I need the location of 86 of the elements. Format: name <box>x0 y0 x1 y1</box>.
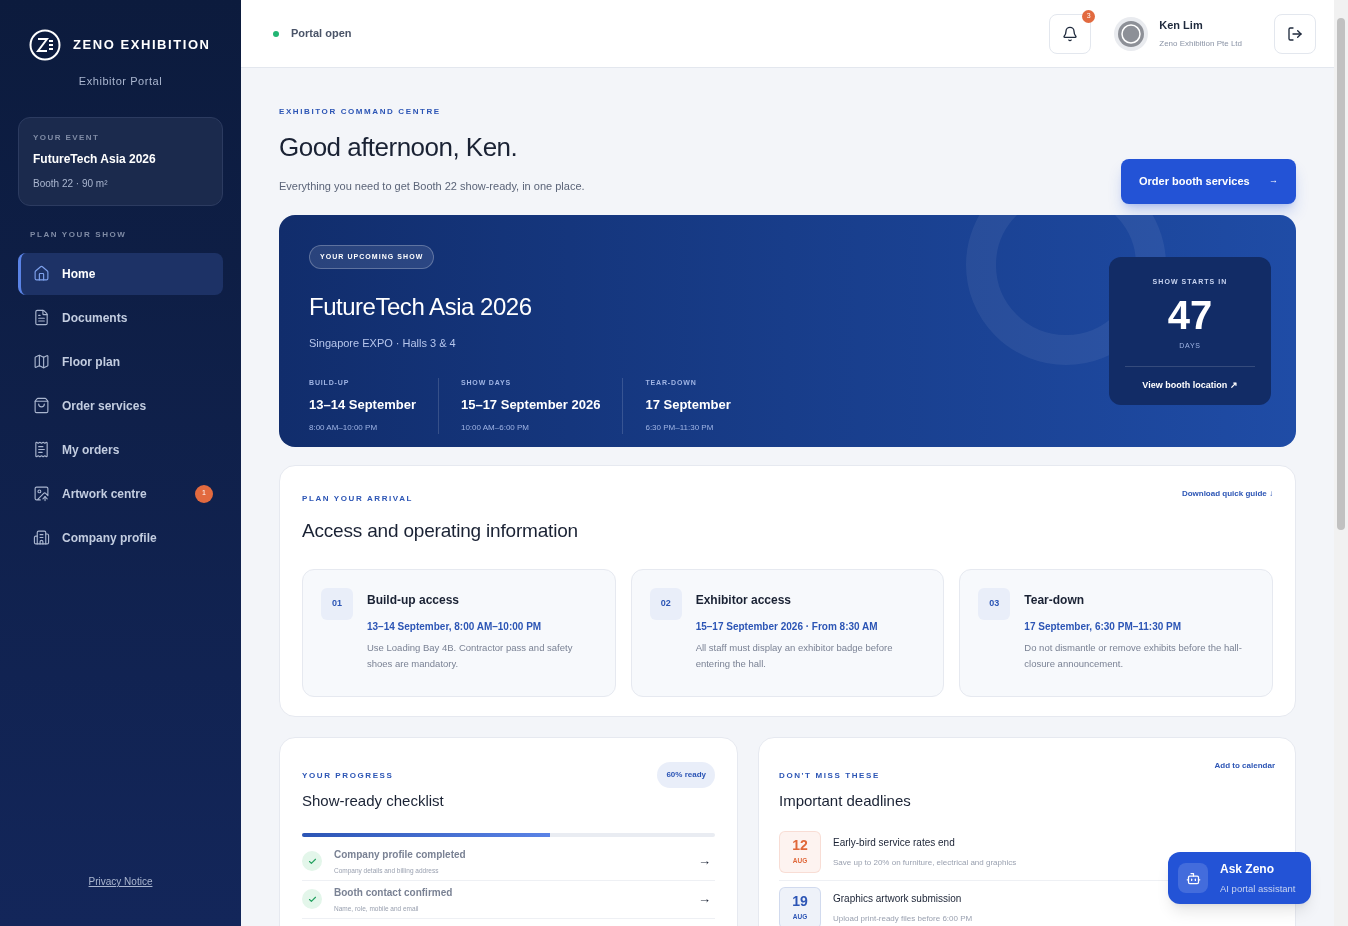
nav-label: Company profile <box>62 529 158 547</box>
assistant-subtitle: AI portal assistant <box>1220 881 1296 896</box>
brand-name: ZENO EXHIBITION <box>73 36 211 55</box>
phase-date: 13–14 September <box>309 396 416 414</box>
access-when: 15–17 September 2026 · From 8:30 AM <box>695 620 879 634</box>
deadline-title: Graphics artwork submission <box>833 892 963 906</box>
nav-item[interactable]: Documents <box>18 296 223 339</box>
access-note: Do not dismantle or remove exhibits before the hall-closure announcement. <box>1024 641 1243 671</box>
nav-icon <box>33 353 50 370</box>
section-eyebrow: DON'T MISS THESE <box>779 770 881 782</box>
nav-label: Home <box>62 265 97 283</box>
bot-icon <box>1178 863 1208 893</box>
deadline-detail: Save up to 20% on furniture, electrical and graphics <box>833 857 1017 869</box>
assistant-title: Ask Zeno <box>1220 860 1274 878</box>
date-day: 19 <box>792 894 808 909</box>
nav-label: Floor plan <box>62 353 121 371</box>
section-eyebrow: PLAN YOUR ARRIVAL <box>302 492 415 505</box>
scrollbar[interactable] <box>1334 0 1348 926</box>
checklist-title: Company profile completed <box>334 847 467 862</box>
nav-icon <box>33 309 50 326</box>
download-guide-link[interactable]: Download quick guide ↓ <box>1181 487 1273 500</box>
arrow-icon: → <box>698 851 711 871</box>
section-eyebrow: YOUR PROGRESS <box>302 770 395 782</box>
show-title: FutureTech Asia 2026 <box>309 292 533 322</box>
nav-heading: PLAN YOUR SHOW <box>30 228 128 241</box>
nav-item[interactable]: My orders <box>18 428 223 471</box>
nav-icon <box>33 265 50 282</box>
greeting-heading: Good afternoon, Ken. <box>279 131 519 164</box>
access-title: Exhibitor access <box>695 592 793 609</box>
brand-subtitle: Exhibitor Portal <box>78 74 163 89</box>
nav-item[interactable]: Order services <box>18 384 223 427</box>
phase-date: 15–17 September 2026 <box>460 396 601 414</box>
access-note: All staff must display an exhibitor badge before entering the hall. <box>695 641 894 671</box>
nav-icon <box>33 441 50 458</box>
logout-icon <box>1287 25 1303 42</box>
section-title: Show-ready checklist <box>302 791 445 811</box>
nav-icon <box>33 529 50 546</box>
nav-label: My orders <box>62 441 121 459</box>
add-to-calendar-link[interactable]: Add to calendar <box>1214 760 1275 772</box>
event-label: YOUR EVENT <box>33 131 101 144</box>
readiness-badge: 60% ready <box>657 762 715 788</box>
arrow-icon: → <box>698 889 711 909</box>
logo-icon <box>29 29 61 61</box>
ask-zeno-button[interactable]: Ask Zeno AI portal assistant <box>1168 852 1311 904</box>
step-number: 02 <box>649 588 682 620</box>
nav-icon <box>33 397 50 414</box>
show-venue: Singapore EXPO · Halls 3 & 4 <box>309 336 457 351</box>
nav-label: Documents <box>62 309 129 327</box>
logout-button[interactable] <box>1274 13 1316 54</box>
section-title: Access and operating information <box>302 518 579 543</box>
nav-label: Artwork centre <box>62 485 148 503</box>
bell-icon <box>1062 25 1079 42</box>
access-when: 17 September, 6:30 PM–11:30 PM <box>1024 620 1183 634</box>
checklist-title: Booth contact confirmed <box>334 885 454 900</box>
nav-item[interactable]: Home <box>18 252 223 295</box>
nav-icon <box>33 485 50 502</box>
phase-time: 10:00 AM–6:00 PM <box>460 421 530 434</box>
user-name: Ken Lim <box>1159 18 1204 34</box>
nav-item[interactable]: Company profile <box>18 516 223 559</box>
scrollbar-thumb[interactable] <box>1337 18 1345 530</box>
page-eyebrow: EXHIBITOR COMMAND CENTRE <box>279 106 442 118</box>
event-detail: Booth 22 · 90 m² <box>33 176 109 191</box>
deadline-title: Early-bird service rates end <box>833 836 956 850</box>
nav-item[interactable]: Floor plan <box>18 340 223 383</box>
order-booth-services-button[interactable]: Order booth services → <box>1121 158 1296 204</box>
event-name: FutureTech Asia 2026 <box>33 150 157 168</box>
nav-label: Order services <box>62 397 148 415</box>
phase-date: 17 September <box>645 396 731 414</box>
step-number: 03 <box>978 588 1011 620</box>
date-day: 12 <box>792 838 808 853</box>
user-company: Zeno Exhibition Pte Ltd <box>1159 37 1242 50</box>
page-subtitle: Everything you need to get Booth 22 show-ready, in one place. <box>279 179 586 194</box>
access-note: Use Loading Bay 4B. Contractor pass and safety shoes are mandatory. <box>367 641 574 671</box>
privacy-link[interactable]: Privacy Notice <box>88 874 153 889</box>
view-booth-location-link[interactable]: View booth location ↗ <box>1142 378 1238 392</box>
deadline-detail: Upload print-ready files before 6:00 PM <box>833 913 973 925</box>
phase-time: 6:30 PM–11:30 PM <box>645 421 715 434</box>
portal-status: Portal open <box>291 26 352 42</box>
access-title: Build-up access <box>367 592 461 609</box>
avatar-icon <box>1113 15 1150 52</box>
step-number: 01 <box>321 588 353 620</box>
countdown-number: 47 <box>1167 295 1213 335</box>
access-title: Tear-down <box>1024 592 1086 609</box>
section-title: Important deadlines <box>779 791 912 811</box>
access-when: 13–14 September, 8:00 AM–10:00 PM <box>367 620 543 634</box>
phase-time: 8:00 AM–10:00 PM <box>309 421 379 434</box>
